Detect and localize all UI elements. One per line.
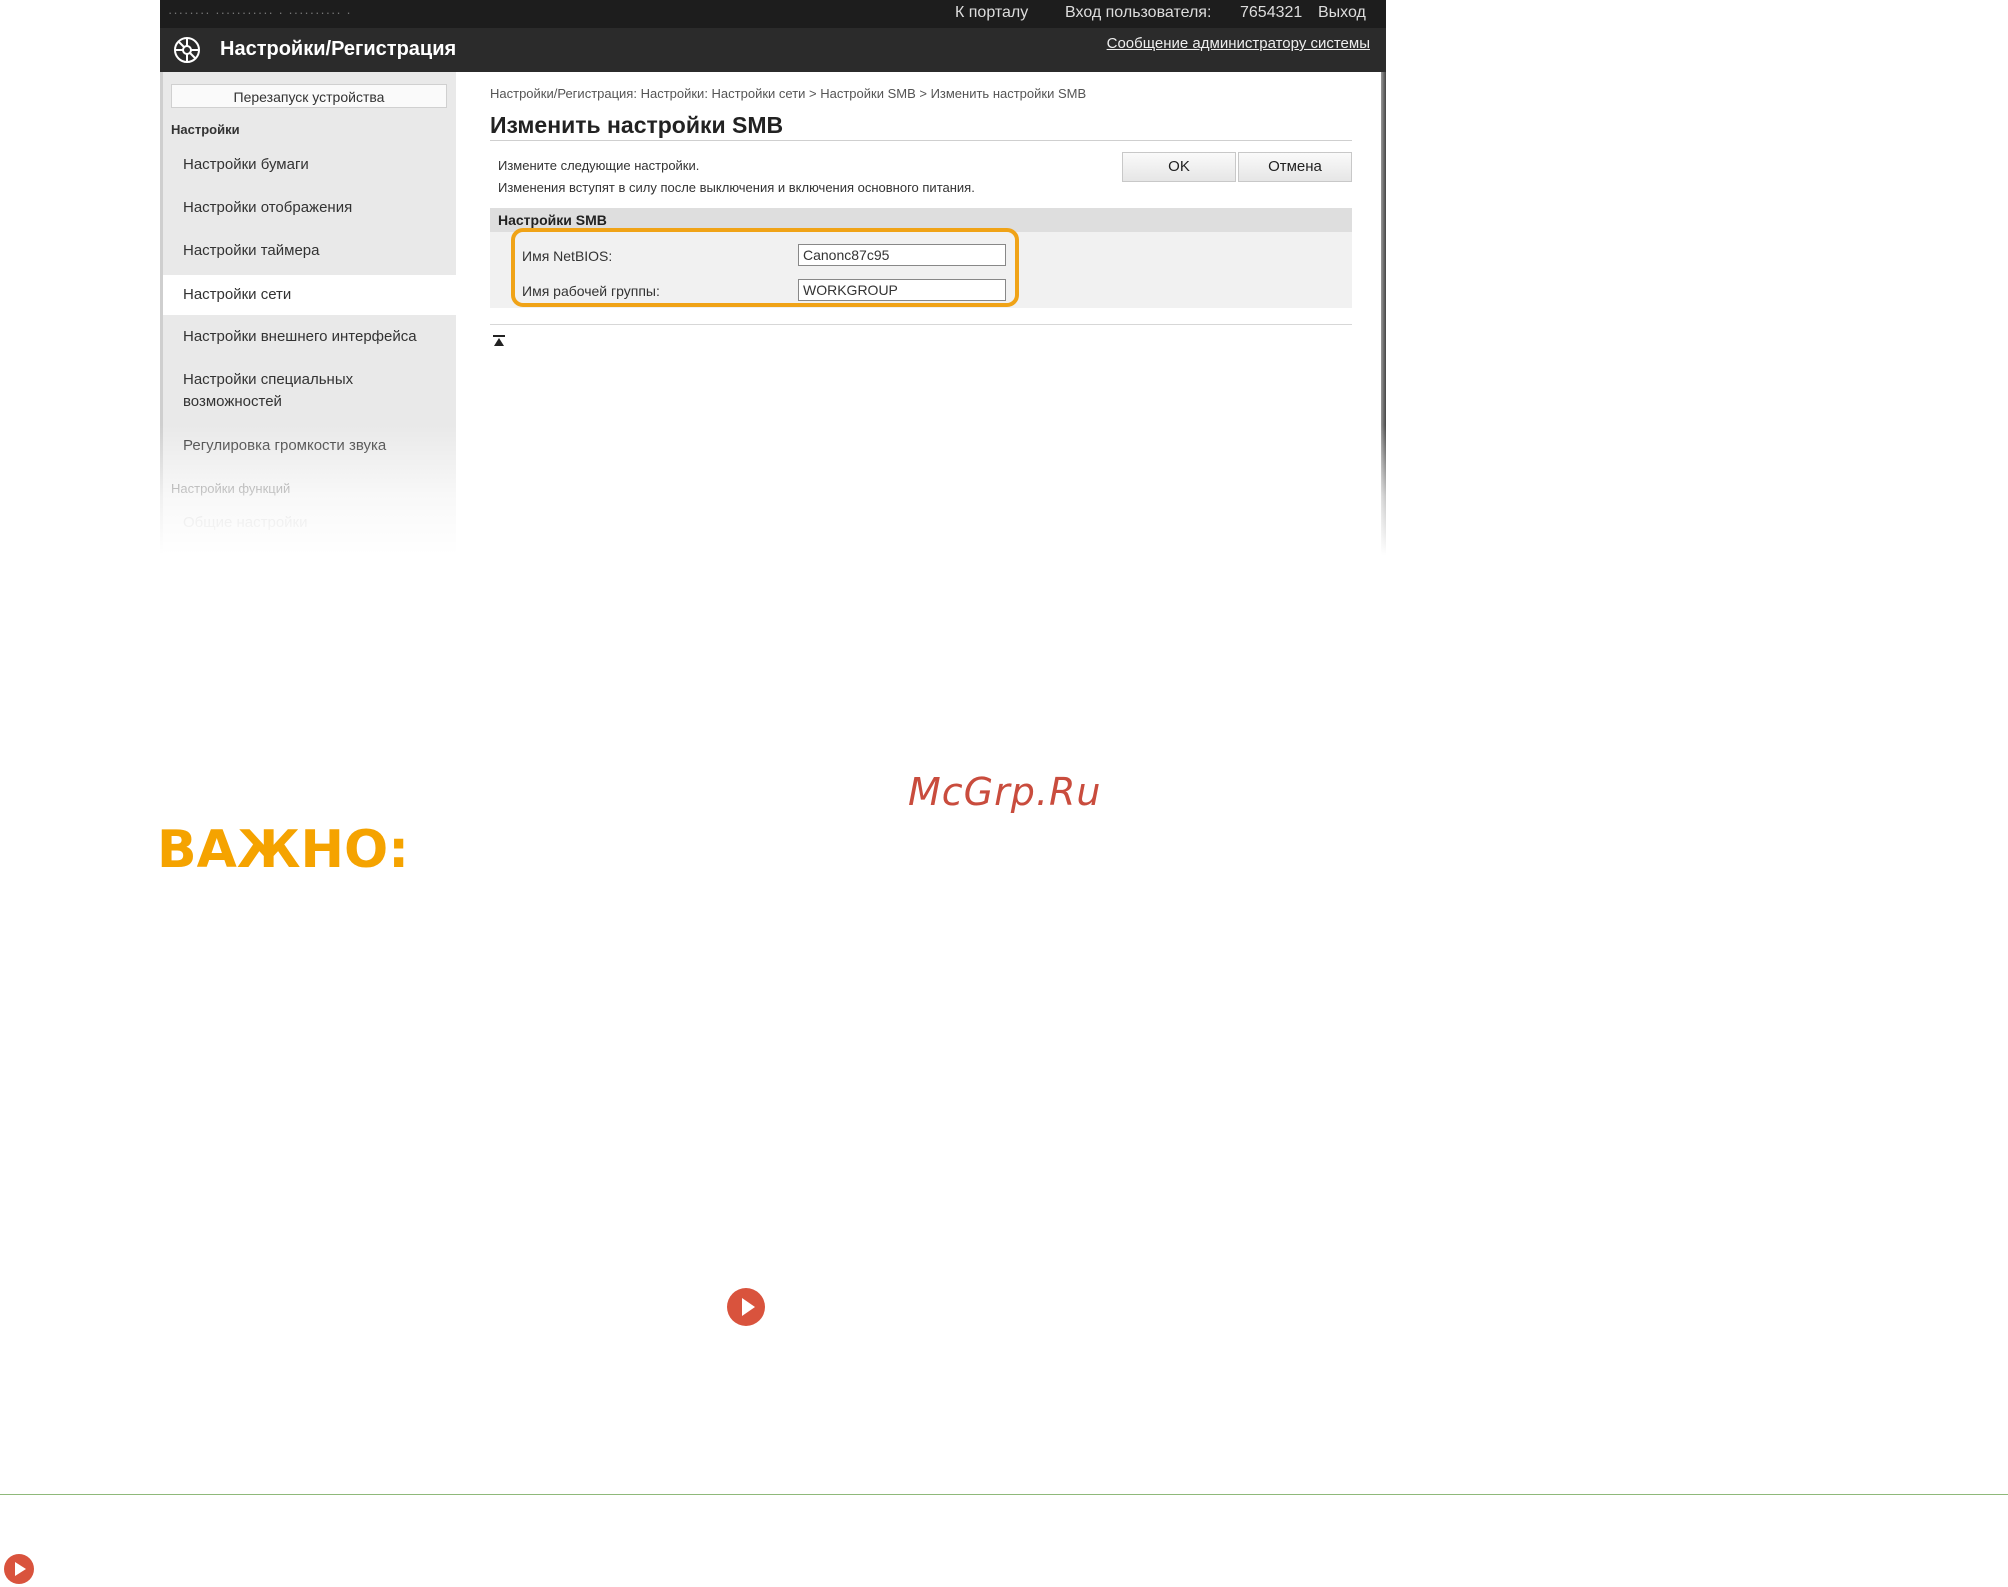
- reboot-device-button[interactable]: Перезапуск устройства: [171, 84, 447, 108]
- sidebar-item-display[interactable]: Настройки отображения: [163, 197, 456, 219]
- highlight-frame: [511, 228, 1019, 307]
- login-id: 7654321: [1240, 4, 1303, 21]
- play-circle-icon[interactable]: [4, 1554, 34, 1584]
- sidebar-item-volume[interactable]: Регулировка громкости звука: [163, 435, 456, 457]
- page-title: Изменить настройки SMB: [490, 112, 784, 138]
- sidebar-item-general[interactable]: Общие настройки: [163, 512, 456, 534]
- important-heading: ВАЖНО:: [157, 820, 410, 880]
- breadcrumb: Настройки/Регистрация: Настройки: Настро…: [490, 86, 1087, 101]
- smb-settings-section: Настройки SMB Имя NetBIOS: Имя рабочей г…: [490, 208, 1352, 308]
- sidebar-item-external-interface[interactable]: Настройки внешнего интерфейса: [163, 326, 456, 348]
- ok-button[interactable]: OK: [1122, 152, 1236, 182]
- top-bar-path: ········ ··········· · ·········· ·: [168, 5, 352, 20]
- admin-message-link[interactable]: Сообщение администратору системы: [1107, 35, 1370, 52]
- sidebar-item-network[interactable]: Настройки сети: [163, 275, 456, 315]
- cancel-button[interactable]: Отмена: [1238, 152, 1352, 182]
- portal-link[interactable]: К порталу: [955, 4, 1028, 22]
- sidebar: Перезапуск устройства Настройки Настройк…: [160, 72, 456, 555]
- back-to-top-icon[interactable]: [492, 334, 506, 348]
- settings-logo-icon: [174, 37, 200, 63]
- main-content: Настройки/Регистрация: Настройки: Настро…: [490, 72, 1352, 555]
- window-frame-edge: [1381, 72, 1386, 555]
- app-header: Настройки/Регистрация Сообщение админист…: [160, 28, 1386, 72]
- title-divider: [490, 140, 1352, 141]
- content-divider: [490, 324, 1352, 325]
- instruction-note: Изменения вступят в силу после выключени…: [498, 180, 975, 195]
- play-circle-icon[interactable]: [727, 1288, 765, 1326]
- app-title: Настройки/Регистрация: [220, 38, 457, 60]
- footer-divider: [0, 1494, 2008, 1495]
- sidebar-item-accessibility[interactable]: Настройки специальных возможностей: [163, 369, 393, 413]
- sidebar-item-paper[interactable]: Настройки бумаги: [163, 154, 456, 176]
- logout-link[interactable]: Выход: [1318, 4, 1366, 22]
- watermark-text: McGrp.Ru: [908, 770, 1102, 814]
- remote-ui-screenshot: ········ ··········· · ·········· · К по…: [160, 0, 1386, 555]
- sidebar-section-functions: Настройки функций: [171, 481, 291, 496]
- sidebar-item-timer[interactable]: Настройки таймера: [163, 240, 456, 262]
- sidebar-section-settings: Настройки: [171, 122, 240, 137]
- top-bar: ········ ··········· · ·········· · К по…: [160, 0, 1386, 28]
- login-label: Вход пользователя:: [1065, 4, 1212, 21]
- instruction-text: Измените следующие настройки.: [498, 158, 700, 173]
